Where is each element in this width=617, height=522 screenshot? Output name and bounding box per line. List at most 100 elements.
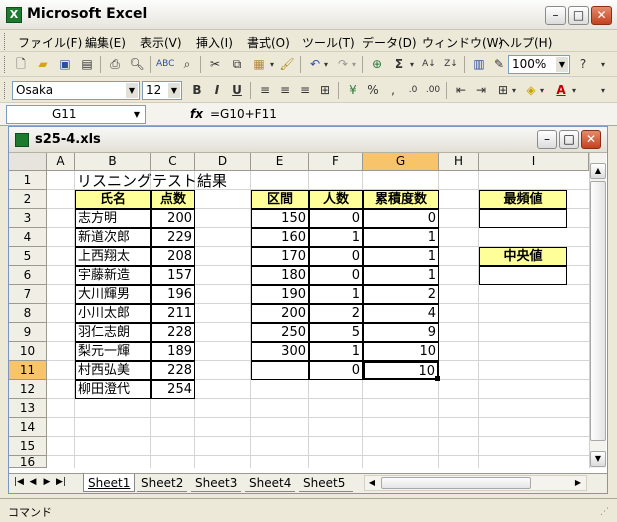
- maximize-button[interactable]: □: [568, 6, 589, 25]
- table-cell-cumulative[interactable]: 10: [363, 342, 439, 361]
- row-header-13[interactable]: 13: [9, 399, 47, 418]
- menu-file[interactable]: ファイル(F): [18, 34, 82, 51]
- table-cell-name[interactable]: 新道次郎: [75, 228, 151, 247]
- table-cell-name[interactable]: 志方明: [75, 209, 151, 228]
- scroll-down-icon[interactable]: ▼: [590, 451, 606, 467]
- table-cell-score[interactable]: 228: [151, 323, 195, 342]
- table-cell-name[interactable]: 大川輝男: [75, 285, 151, 304]
- chevron-down-icon[interactable]: ▼: [130, 107, 144, 122]
- column-header-d[interactable]: D: [195, 153, 251, 171]
- fill-handle[interactable]: [435, 376, 440, 381]
- column-header-b[interactable]: B: [75, 153, 151, 171]
- align-left-icon[interactable]: ≡: [256, 82, 274, 99]
- table-cell-interval[interactable]: 300: [251, 342, 309, 361]
- table-cell-interval[interactable]: 250: [251, 323, 309, 342]
- select-all-corner[interactable]: [9, 153, 47, 171]
- row-header-11[interactable]: 11: [9, 361, 47, 380]
- save-icon[interactable]: ▣: [56, 56, 74, 73]
- table-cell-interval[interactable]: [251, 361, 309, 380]
- table-cell-cumulative[interactable]: 0: [363, 209, 439, 228]
- font-size-select[interactable]: 12 ▼: [142, 81, 182, 100]
- table-cell-cumulative[interactable]: 1: [363, 266, 439, 285]
- merge-center-icon[interactable]: ⊞: [316, 82, 334, 99]
- menu-insert[interactable]: 挿入(I): [196, 34, 233, 51]
- undo-dropdown-icon[interactable]: ▾: [322, 56, 330, 73]
- table-cell-name[interactable]: 小川太郎: [75, 304, 151, 323]
- table-cell-score[interactable]: 189: [151, 342, 195, 361]
- research-icon[interactable]: ⌕: [178, 56, 196, 73]
- bold-button[interactable]: B: [188, 82, 206, 99]
- redo-dropdown-icon[interactable]: ▾: [350, 56, 358, 73]
- mode-label[interactable]: 最頻値: [479, 190, 567, 209]
- sort-ascending-icon[interactable]: A↓: [420, 56, 438, 73]
- insert-function-icon[interactable]: fx: [190, 107, 203, 121]
- help-icon[interactable]: ?: [574, 56, 592, 73]
- tab-sheet3[interactable]: Sheet3: [191, 474, 242, 492]
- menu-grip[interactable]: [4, 33, 7, 50]
- font-name-select[interactable]: Osaka ▼: [12, 81, 140, 100]
- table-cell-count[interactable]: 0: [309, 361, 363, 380]
- menu-help[interactable]: ヘルプ(H): [498, 34, 552, 51]
- row-header-9[interactable]: 9: [9, 323, 47, 342]
- table-cell-cumulative[interactable]: 1: [363, 247, 439, 266]
- table-cell-score[interactable]: 254: [151, 380, 195, 399]
- tab-sheet1[interactable]: Sheet1: [83, 474, 136, 492]
- comma-icon[interactable]: ,: [384, 82, 402, 99]
- toolbar-options-icon[interactable]: ▾: [596, 56, 610, 73]
- cut-icon[interactable]: ✂: [206, 56, 224, 73]
- table-cell-score[interactable]: 200: [151, 209, 195, 228]
- decrease-indent-icon[interactable]: ⇤: [452, 82, 470, 99]
- chevron-down-icon[interactable]: ▼: [126, 83, 138, 98]
- workbook-maximize-button[interactable]: □: [559, 130, 579, 149]
- active-cell-g11[interactable]: 10: [363, 361, 439, 380]
- spelling-icon[interactable]: ABC: [156, 56, 174, 73]
- chart-wizard-icon[interactable]: ▥: [470, 56, 488, 73]
- chevron-down-icon[interactable]: ▼: [168, 83, 180, 98]
- sheet-title-cell[interactable]: リスニングテスト結果: [77, 172, 227, 190]
- table-cell-cumulative[interactable]: 2: [363, 285, 439, 304]
- column-header-c[interactable]: C: [151, 153, 195, 171]
- tab-sheet2[interactable]: Sheet2: [137, 474, 188, 492]
- sort-descending-icon[interactable]: Z↓: [442, 56, 460, 73]
- vertical-scrollbar[interactable]: ▲ ▼: [589, 153, 606, 468]
- resize-grip-icon[interactable]: ⋰: [600, 507, 612, 519]
- paste-dropdown-icon[interactable]: ▾: [268, 56, 276, 73]
- print-preview-icon[interactable]: 🔍︎: [128, 56, 146, 73]
- table-cell-name[interactable]: 村西弘美: [75, 361, 151, 380]
- italic-button[interactable]: I: [208, 82, 226, 99]
- workbook-minimize-button[interactable]: –: [537, 130, 557, 149]
- menu-tools[interactable]: ツール(T): [302, 34, 355, 51]
- row-header-1[interactable]: 1: [9, 171, 47, 190]
- table-cell-cumulative[interactable]: 4: [363, 304, 439, 323]
- scroll-right-icon[interactable]: ▶: [571, 476, 585, 490]
- table-cell-interval[interactable]: 150: [251, 209, 309, 228]
- align-center-icon[interactable]: ≡: [276, 82, 294, 99]
- mode-value-cell[interactable]: [479, 209, 567, 228]
- table-cell-name[interactable]: 宇藤新造: [75, 266, 151, 285]
- autosum-dropdown-icon[interactable]: ▾: [408, 56, 416, 73]
- table-cell-interval[interactable]: 190: [251, 285, 309, 304]
- row-header-16[interactable]: 16: [9, 456, 47, 468]
- first-sheet-icon[interactable]: |◀: [13, 477, 25, 487]
- increase-indent-icon[interactable]: ⇥: [472, 82, 490, 99]
- table-cell-name[interactable]: 上西翔太: [75, 247, 151, 266]
- align-right-icon[interactable]: ≡: [296, 82, 314, 99]
- currency-icon[interactable]: ¥: [344, 82, 362, 99]
- row-header-6[interactable]: 6: [9, 266, 47, 285]
- table-cell-count[interactable]: 1: [309, 228, 363, 247]
- table-cell-cumulative[interactable]: 9: [363, 323, 439, 342]
- last-sheet-icon[interactable]: ▶|: [55, 477, 67, 487]
- table-cell-name[interactable]: 梨元一輝: [75, 342, 151, 361]
- table-cell-score[interactable]: 228: [151, 361, 195, 380]
- column-header-f[interactable]: F: [309, 153, 363, 171]
- column-header-g[interactable]: G: [363, 153, 439, 171]
- header-interval[interactable]: 区間: [251, 190, 309, 209]
- fill-color-dropdown-icon[interactable]: ▾: [538, 82, 546, 99]
- table-cell-interval[interactable]: 180: [251, 266, 309, 285]
- column-header-e[interactable]: E: [251, 153, 309, 171]
- table-cell-score[interactable]: 196: [151, 285, 195, 304]
- format-painter-icon[interactable]: 🖌︎: [278, 56, 296, 73]
- row-header-2[interactable]: 2: [9, 190, 47, 209]
- borders-dropdown-icon[interactable]: ▾: [510, 82, 518, 99]
- table-cell-cumulative[interactable]: 1: [363, 228, 439, 247]
